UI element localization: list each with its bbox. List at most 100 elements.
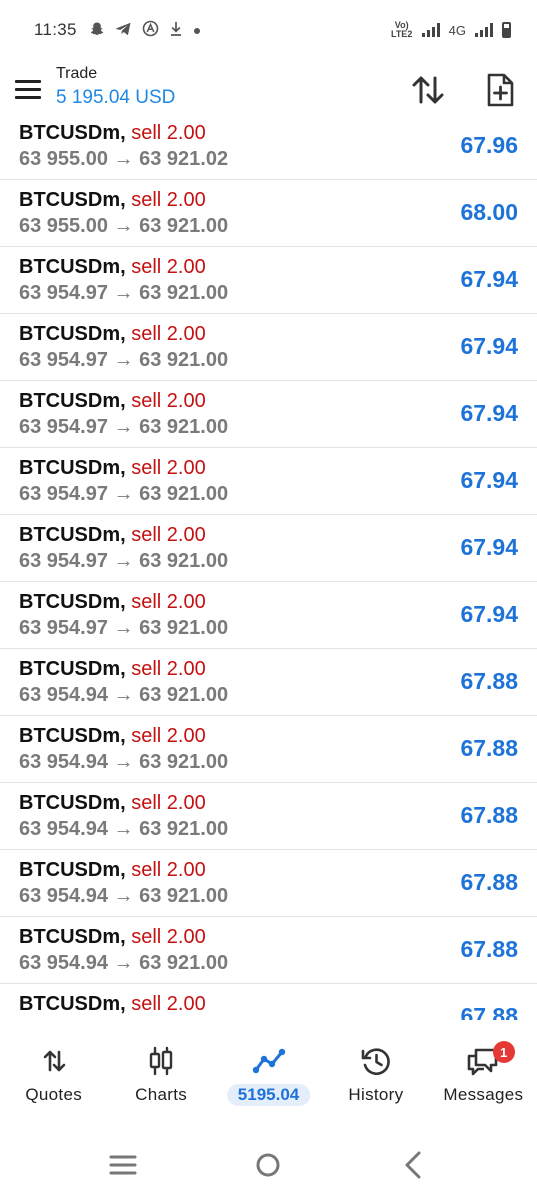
position-side: sell 2.00 xyxy=(131,124,206,144)
app-header: Trade 5 195.04 USD xyxy=(0,60,537,120)
position-profit: 67.94 xyxy=(460,534,518,560)
quotes-arrows-icon xyxy=(37,1046,71,1076)
position-prices: 63 954.94 → 63 921.00 xyxy=(19,684,228,707)
open-price: 63 955.00 xyxy=(19,148,108,170)
nav-history-label: History xyxy=(348,1085,404,1104)
position-row[interactable]: BTCUSDm, sell 2.0063 954.94 → 63 921.006… xyxy=(0,917,537,984)
position-row[interactable]: BTCUSDm, sell 2.0063 954.94 → 63 921.006… xyxy=(0,783,537,850)
position-prices: 63 955.00 → 63 921.00 xyxy=(19,215,228,238)
current-price: 63 921.00 xyxy=(139,483,229,505)
volte-indicator: Vo) LTE2 xyxy=(390,20,413,39)
position-row[interactable]: BTCUSDm, sell 2.00 63 955.00 → 63 921.02 6… xyxy=(0,124,537,180)
position-prices: 63 954.94 → 63 921.00 xyxy=(19,952,228,975)
status-left: 11:35 xyxy=(34,20,201,40)
current-price: 63 921.00 xyxy=(139,550,229,572)
position-side: sell 2.00 xyxy=(131,926,206,948)
position-title: BTCUSDm, sell 2.00 xyxy=(19,792,206,815)
position-profit: 67.96 xyxy=(460,132,518,158)
position-symbol: BTCUSDm, xyxy=(19,993,126,1015)
open-price: 63 954.97 xyxy=(19,617,108,639)
bottom-navigation: Quotes Charts 5195.04 History 1 Messages xyxy=(0,1024,537,1124)
position-prices: 63 954.94 → 63 921.00 xyxy=(19,885,228,908)
position-prices: 63 954.97 → 63 921.00 xyxy=(19,416,228,439)
position-symbol: BTCUSDm, xyxy=(19,725,126,747)
arrow-right-icon: → xyxy=(113,550,134,572)
position-title: BTCUSDm, sell 2.00 xyxy=(19,993,206,1016)
back-button[interactable] xyxy=(394,1145,434,1185)
new-order-icon[interactable] xyxy=(482,72,518,108)
position-profit: 67.88 xyxy=(460,936,518,962)
position-symbol: BTCUSDm, xyxy=(19,457,126,479)
nav-trade[interactable]: 5195.04 xyxy=(215,1024,322,1124)
position-symbol: BTCUSDm, xyxy=(19,256,126,278)
nav-messages[interactable]: 1 Messages xyxy=(430,1024,537,1124)
snapchat-icon xyxy=(89,21,105,40)
position-symbol: BTCUSDm, xyxy=(19,926,126,948)
status-right: Vo) LTE2 4G xyxy=(391,21,511,39)
position-profit: 67.94 xyxy=(460,333,518,359)
position-profit: 67.88 xyxy=(460,735,518,761)
position-title: BTCUSDm, sell 2.00 xyxy=(19,189,206,212)
nav-charts[interactable]: Charts xyxy=(107,1024,214,1124)
position-row[interactable]: BTCUSDm, sell 2.0063 954.94 → 63 921.006… xyxy=(0,716,537,783)
position-symbol: BTCUSDm, xyxy=(19,591,126,613)
position-prices: 63 954.97 → 63 921.00 xyxy=(19,349,228,372)
position-row[interactable]: BTCUSDm, sell 2.0063 954.94 → 63 921.006… xyxy=(0,850,537,917)
position-prices: 63 954.94 → 63 921.00 xyxy=(19,818,228,841)
position-prices: 63 954.97 → 63 921.00 xyxy=(19,617,228,640)
nav-history[interactable]: History xyxy=(322,1024,429,1124)
arrow-right-icon: → xyxy=(113,684,134,706)
position-prices: 63 954.97 → 63 921.00 xyxy=(19,483,228,506)
recents-button[interactable] xyxy=(103,1145,143,1185)
position-title: BTCUSDm, sell 2.00 xyxy=(19,591,206,614)
current-price: 63 921.00 xyxy=(139,617,229,639)
position-symbol: BTCUSDm, xyxy=(19,323,126,345)
candlestick-icon xyxy=(144,1046,178,1076)
current-price: 63 921.00 xyxy=(139,684,229,706)
position-row[interactable]: BTCUSDm, sell 2.00 63 954.94 → 63 921.00 6… xyxy=(0,984,537,1020)
messages-badge: 1 xyxy=(492,1041,515,1063)
current-price: 63 921.00 xyxy=(139,952,229,974)
status-time: 11:35 xyxy=(34,20,77,39)
open-price: 63 954.94 xyxy=(19,818,108,840)
menu-icon[interactable] xyxy=(15,80,41,100)
open-price: 63 954.94 xyxy=(19,952,108,974)
position-row[interactable]: BTCUSDm, sell 2.00 63 955.00 → 63 921.00 6… xyxy=(0,180,537,247)
current-price: 63 921.02 xyxy=(139,148,229,170)
position-profit: 67.94 xyxy=(460,601,518,627)
position-row[interactable]: BTCUSDm, sell 2.00 63 954.97 → 63 921.00 6… xyxy=(0,381,537,448)
position-side: sell 2.00 xyxy=(131,256,206,278)
position-row[interactable]: BTCUSDm, sell 2.00 63 954.97 → 63 921.00 6… xyxy=(0,515,537,582)
open-price: 63 954.97 xyxy=(19,349,108,371)
position-side: sell 2.00 xyxy=(131,859,206,881)
position-row[interactable]: BTCUSDm, sell 2.00 63 954.97 → 63 921.00 6… xyxy=(0,448,537,515)
position-title: BTCUSDm, sell 2.00 xyxy=(19,926,206,949)
signal-icon xyxy=(421,23,440,37)
position-row[interactable]: BTCUSDm, sell 2.00 63 954.97 → 63 921.00 6… xyxy=(0,247,537,314)
current-price: 63 921.00 xyxy=(139,349,229,371)
position-profit: 67.88 xyxy=(460,869,518,895)
arrow-right-icon: → xyxy=(113,148,134,170)
position-row[interactable]: BTCUSDm, sell 2.00 63 954.97 → 63 921.00 6… xyxy=(0,582,537,649)
open-price: 63 954.97 xyxy=(19,550,108,572)
open-price: 63 954.94 xyxy=(19,885,108,907)
position-title: BTCUSDm, sell 2.00 xyxy=(19,725,206,748)
home-button[interactable] xyxy=(248,1145,288,1185)
current-price: 63 921.00 xyxy=(139,885,229,907)
position-profit: 67.94 xyxy=(460,266,518,292)
position-row[interactable]: BTCUSDm, sell 2.00 63 954.97 → 63 921.00 6… xyxy=(0,314,537,381)
position-side: sell 2.00 xyxy=(131,725,206,747)
arrow-right-icon: → xyxy=(113,349,134,371)
download-icon xyxy=(169,21,183,40)
position-profit: 67.94 xyxy=(460,467,518,493)
position-prices: 63 954.94 → 63 921.00 xyxy=(19,1019,228,1020)
position-side: sell 2.00 xyxy=(131,524,206,546)
nav-quotes[interactable]: Quotes xyxy=(0,1024,107,1124)
position-profit: 67.88 xyxy=(460,802,518,828)
sort-icon[interactable] xyxy=(409,72,447,108)
position-symbol: BTCUSDm, xyxy=(19,124,126,144)
position-profit: 67.88 xyxy=(460,1003,518,1020)
positions-list[interactable]: BTCUSDm, sell 2.00 63 955.00 → 63 921.02 6… xyxy=(0,124,537,1020)
arrow-right-icon: → xyxy=(113,617,134,639)
position-row[interactable]: BTCUSDm, sell 2.0063 954.94 → 63 921.006… xyxy=(0,649,537,716)
